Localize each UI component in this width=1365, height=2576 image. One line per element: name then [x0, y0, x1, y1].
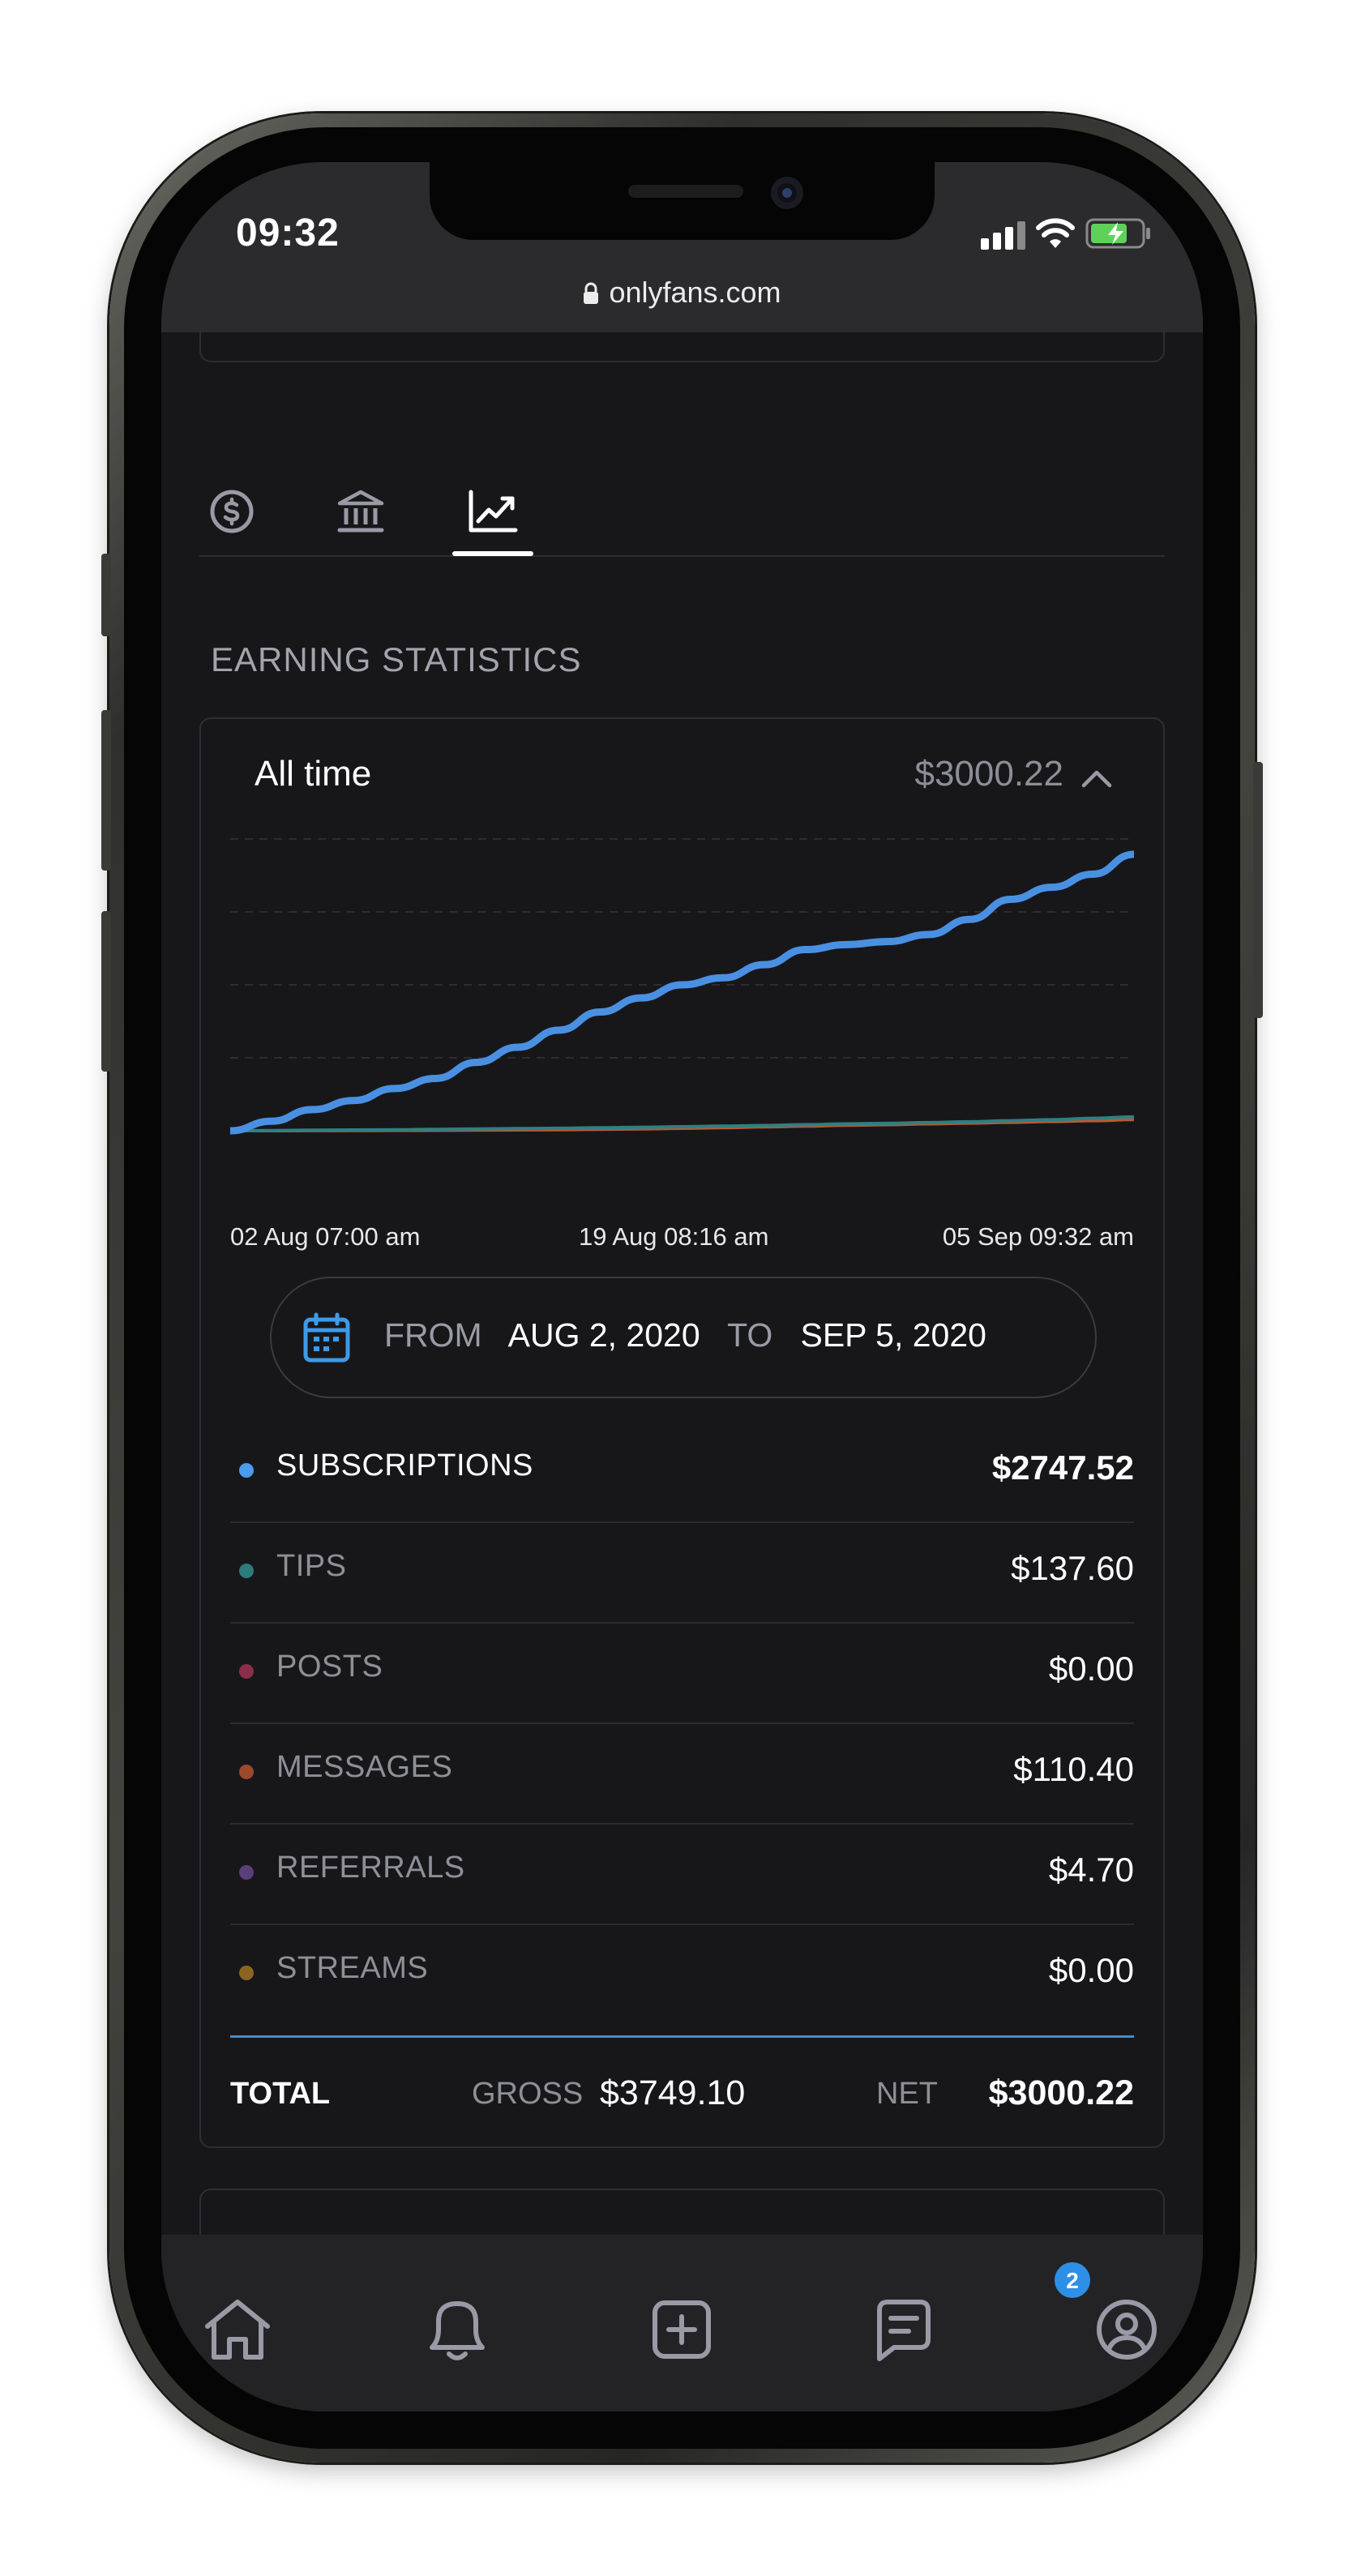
- nav-notifications[interactable]: [409, 2281, 506, 2378]
- status-time: 09:32: [236, 212, 340, 255]
- collapse-button[interactable]: [1080, 768, 1113, 792]
- from-label: FROM: [384, 1316, 482, 1354]
- breakdown-label: SUBSCRIPTIONS: [276, 1448, 533, 1483]
- lock-icon: [583, 278, 599, 312]
- calendar-icon: [303, 1312, 350, 1367]
- nav-home[interactable]: [189, 2281, 286, 2378]
- active-tab-indicator: [452, 551, 533, 556]
- gross-value: $3749.10: [600, 2073, 746, 2112]
- legend-dot: [239, 1865, 254, 1880]
- legend-dot: [239, 1463, 254, 1478]
- volume-up-button: [101, 710, 111, 871]
- notch: [430, 162, 935, 240]
- tab-earnings[interactable]: [209, 489, 255, 534]
- breakdown-value: $0.00: [1048, 1951, 1134, 1989]
- to-date: SEP 5, 2020: [800, 1316, 986, 1354]
- url-text: onlyfans.com: [609, 276, 781, 309]
- signal-icon: [981, 220, 1029, 254]
- tabs-divider: [199, 555, 1165, 557]
- breakdown-row-referrals: REFERRALS $4.70: [230, 1825, 1134, 1925]
- messages-icon: [877, 2300, 931, 2361]
- breakdown-row-subscriptions: SUBSCRIPTIONS $2747.52: [230, 1423, 1134, 1523]
- chart-series-line-0: [226, 850, 1138, 1135]
- breakdown-value: $110.40: [1013, 1750, 1134, 1788]
- chevron-up-icon: [1081, 770, 1112, 788]
- breakdown-row-posts: POSTS $0.00: [230, 1624, 1134, 1724]
- net-value: $3000.22: [988, 2073, 1134, 2112]
- tab-statistics[interactable]: [467, 489, 519, 534]
- speaker-grille: [628, 185, 743, 198]
- breakdown-value: $4.70: [1048, 1851, 1134, 1889]
- bell-icon: [430, 2301, 485, 2360]
- battery-icon: [1085, 217, 1153, 254]
- profile-icon: [1097, 2300, 1157, 2360]
- legend-dot: [239, 1564, 254, 1578]
- volume-down-button: [101, 911, 111, 1072]
- total-divider: [230, 2035, 1134, 2038]
- phone-screen: 09:32 onlyfans.com EARNING STATISTICS Al…: [161, 162, 1203, 2411]
- breakdown-label: POSTS: [276, 1650, 383, 1684]
- plus-square-icon: [653, 2300, 711, 2359]
- to-label: TO: [727, 1316, 773, 1354]
- home-icon: [205, 2300, 270, 2360]
- breakdown-value: $0.00: [1048, 1650, 1134, 1688]
- breakdown-value: $137.60: [1011, 1549, 1134, 1587]
- front-camera: [771, 177, 803, 209]
- tab-banking[interactable]: [336, 489, 385, 534]
- net-label: NET: [876, 2077, 938, 2111]
- x-axis-label-end: 05 Sep 09:32 am: [942, 1222, 1134, 1251]
- mute-switch: [101, 554, 111, 636]
- date-range-text: FROM AUG 2, 2020 TO SEP 5, 2020: [384, 1316, 986, 1354]
- breakdown-value: $2747.52: [991, 1448, 1134, 1487]
- earnings-chart: [226, 823, 1138, 1147]
- breakdown-row-tips: TIPS $137.60: [230, 1523, 1134, 1624]
- power-button: [1253, 762, 1263, 1018]
- previous-card-edge: [199, 328, 1165, 362]
- address-bar[interactable]: onlyfans.com: [161, 276, 1203, 312]
- gross-label: GROSS: [472, 2077, 584, 2111]
- bank-icon: [337, 490, 384, 533]
- breakdown-label: STREAMS: [276, 1951, 429, 1985]
- wifi-icon: [1035, 217, 1076, 254]
- earnings-chart-svg: [226, 838, 1138, 1135]
- nav-profile[interactable]: [1078, 2281, 1175, 2378]
- x-axis-label-start: 02 Aug 07:00 am: [230, 1222, 421, 1251]
- breakdown-label: TIPS: [276, 1549, 347, 1583]
- total-label: TOTAL: [230, 2077, 331, 2111]
- section-title: EARNING STATISTICS: [211, 640, 582, 678]
- breakdown-label: REFERRALS: [276, 1851, 465, 1885]
- nav-new-post[interactable]: [633, 2281, 730, 2378]
- period-total: $3000.22: [914, 754, 1063, 794]
- legend-dot: [239, 1966, 254, 1980]
- breakdown-label: MESSAGES: [276, 1750, 453, 1784]
- legend-dot: [239, 1664, 254, 1679]
- chart-line-icon: [469, 490, 518, 533]
- breakdown-row-messages: MESSAGES $110.40: [230, 1724, 1134, 1825]
- from-date: AUG 2, 2020: [507, 1316, 700, 1354]
- legend-dot: [239, 1765, 254, 1779]
- period-label[interactable]: All time: [255, 754, 371, 794]
- breakdown-row-streams: STREAMS $0.00: [230, 1925, 1134, 2026]
- x-axis-label-mid: 19 Aug 08:16 am: [579, 1222, 769, 1251]
- dollar-circle-icon: [210, 490, 254, 533]
- nav-messages[interactable]: [855, 2281, 952, 2378]
